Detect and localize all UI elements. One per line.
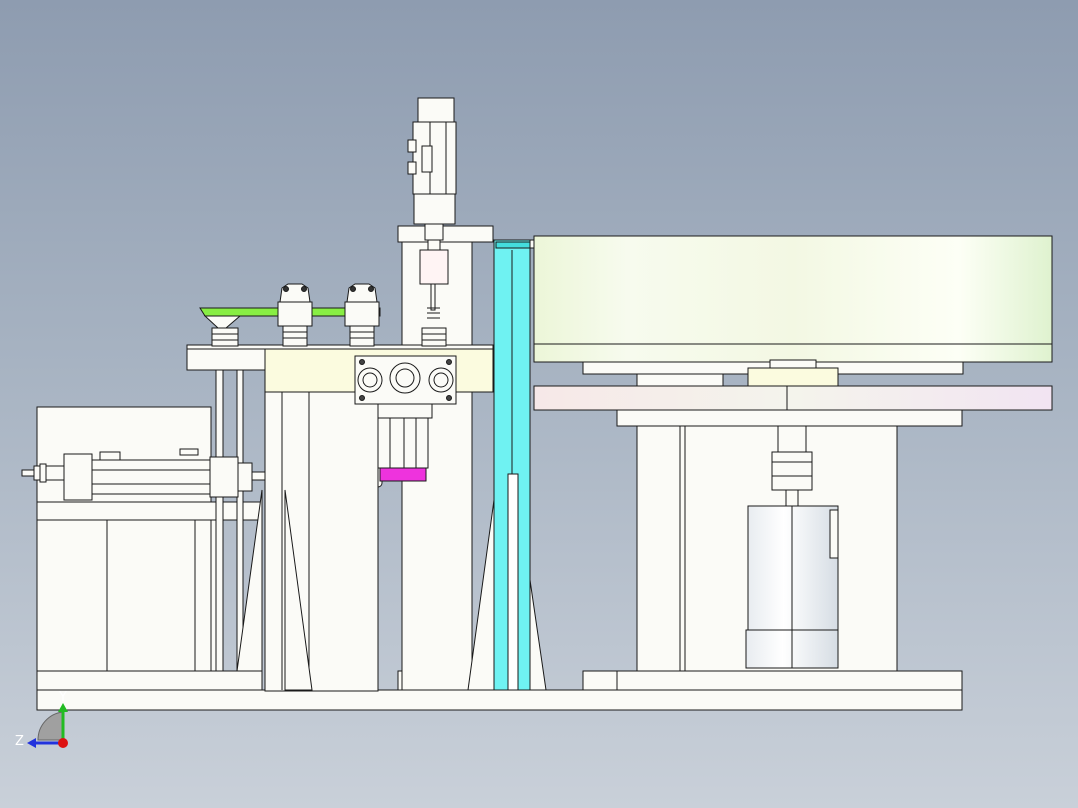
z-axis-label: Z [15, 734, 24, 749]
left-cabinet [36, 369, 263, 672]
y-axis-label: Y [58, 690, 67, 705]
assembly-front-view: Y Z [15, 97, 1053, 749]
lift-cylinder [377, 417, 429, 482]
workpiece-fixture-2 [344, 283, 380, 347]
workpiece-fixture-1 [277, 283, 313, 347]
cad-viewport[interactable]: Y Z [0, 0, 1078, 808]
vibratory-bowl [533, 235, 1053, 411]
